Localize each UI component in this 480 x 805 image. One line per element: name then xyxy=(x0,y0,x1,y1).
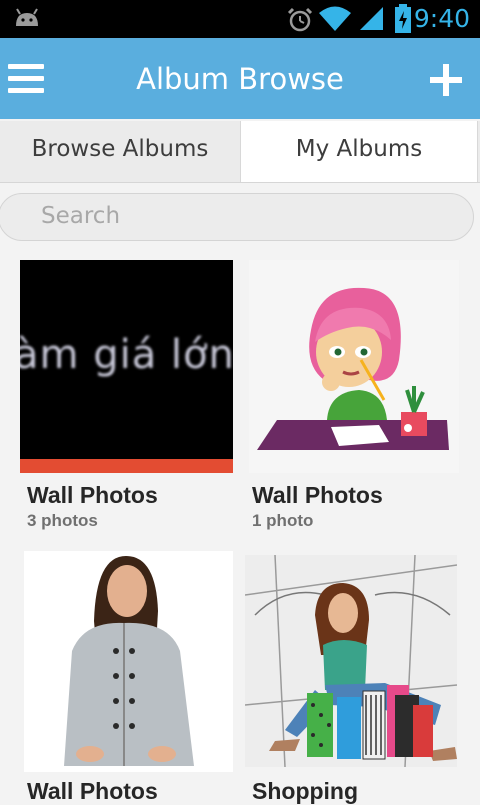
search-placeholder: Search xyxy=(41,203,121,229)
add-icon[interactable] xyxy=(430,64,462,96)
album-card[interactable]: Shopping xyxy=(245,555,460,804)
illustration-girl xyxy=(257,287,449,450)
signal-icon xyxy=(360,7,383,30)
album-thumbnail: àm giá lớn xyxy=(20,260,233,473)
clock-time: 9:40 xyxy=(413,4,470,33)
search-input[interactable]: Search xyxy=(0,193,474,241)
status-bar: 9:40 xyxy=(0,0,480,38)
album-title: Wall Photos xyxy=(252,482,383,508)
thumbnail-text: àm giá lớn xyxy=(20,332,233,378)
album-count: 3 photos xyxy=(27,511,98,530)
album-title: Shopping xyxy=(252,778,359,804)
album-thumbnail xyxy=(249,260,459,473)
battery-icon xyxy=(395,4,411,33)
album-card[interactable]: àm giá lớn Wall Photos 3 photos xyxy=(20,260,234,535)
album-card[interactable]: Wall Photos 1 photo xyxy=(249,260,463,535)
album-title: Wall Photos xyxy=(27,482,158,508)
illustration-woman-blouse xyxy=(64,556,194,766)
alarm-icon xyxy=(287,7,313,32)
wifi-icon xyxy=(319,6,351,31)
album-thumbnail xyxy=(24,551,233,772)
android-icon xyxy=(16,8,38,26)
album-thumbnail xyxy=(245,555,457,767)
tab-bar: Browse Albums My Albums xyxy=(0,121,480,183)
action-bar: Album Browse xyxy=(0,38,480,119)
tab-my-albums[interactable]: My Albums xyxy=(240,121,478,182)
album-card[interactable]: Wall Photos xyxy=(24,551,234,804)
thumbnail-bottom-bar xyxy=(20,459,233,473)
page-title: Album Browse xyxy=(136,62,344,96)
album-title: Wall Photos xyxy=(27,778,158,804)
album-count: 1 photo xyxy=(252,511,314,530)
illustration-shopping-girl xyxy=(245,555,457,767)
tab-browse-albums[interactable]: Browse Albums xyxy=(0,121,240,182)
